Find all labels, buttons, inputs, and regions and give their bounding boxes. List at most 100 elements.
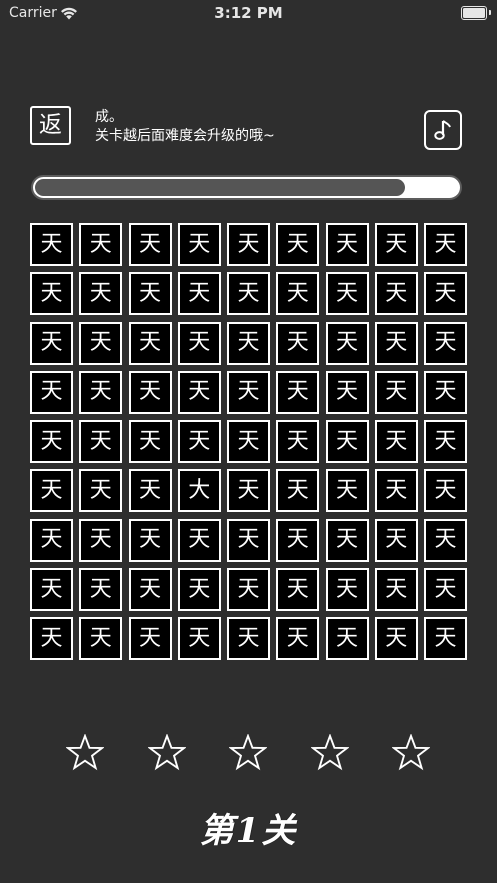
battery-icon [461, 6, 491, 20]
grid-cell[interactable]: 天 [79, 469, 123, 513]
grid-cell[interactable]: 天 [325, 568, 369, 612]
grid-cell[interactable]: 天 [325, 469, 369, 513]
grid-cell[interactable]: 天 [128, 272, 172, 316]
grid-cell[interactable]: 天 [374, 518, 418, 562]
grid-cell[interactable]: 天 [79, 370, 123, 414]
grid-cell[interactable]: 天 [374, 321, 418, 365]
grid-cell[interactable]: 天 [177, 321, 221, 365]
grid-cell[interactable]: 天 [227, 469, 270, 513]
progress-bar [31, 175, 462, 200]
hint-text: 成。 关卡越后面难度会升级的哦~ [95, 108, 275, 146]
progress-fill [35, 179, 405, 196]
grid-cell[interactable]: 天 [79, 420, 123, 464]
grid-cell[interactable]: 天 [276, 518, 320, 562]
grid-cell[interactable]: 天 [177, 370, 221, 414]
grid-cell[interactable]: 天 [374, 568, 418, 612]
level-label: 第1关 [199, 811, 298, 851]
grid-cell[interactable]: 天 [325, 617, 369, 661]
grid-cell[interactable]: 天 [325, 518, 369, 562]
grid-cell[interactable]: 天 [424, 518, 467, 562]
grid-cell[interactable]: 天 [128, 420, 172, 464]
hint-line-2: 关卡越后面难度会升级的哦~ [95, 128, 275, 144]
grid-cell[interactable]: 天 [79, 518, 123, 562]
music-note-icon [434, 120, 451, 140]
grid-cell[interactable]: 天 [30, 370, 73, 414]
grid-cell[interactable]: 天 [276, 420, 320, 464]
grid-cell[interactable]: 天 [30, 321, 73, 365]
star-icon [392, 734, 430, 771]
grid-cell[interactable]: 天 [325, 272, 369, 316]
grid-cell[interactable]: 天 [424, 469, 467, 513]
grid-cell[interactable]: 天 [374, 469, 418, 513]
grid-cell[interactable]: 天 [374, 272, 418, 316]
grid-cell[interactable]: 天 [227, 370, 270, 414]
grid-cell[interactable]: 天 [128, 617, 172, 661]
grid-cell[interactable]: 天 [325, 420, 369, 464]
grid-cell[interactable]: 天 [374, 420, 418, 464]
grid-cell[interactable]: 天 [30, 469, 73, 513]
star-rating [66, 734, 436, 774]
grid-cell[interactable]: 天 [177, 272, 221, 316]
grid-cell[interactable]: 天 [128, 518, 172, 562]
grid-cell[interactable]: 天 [227, 518, 270, 562]
grid-cell[interactable]: 天 [424, 370, 467, 414]
grid-cell[interactable]: 天 [79, 568, 123, 612]
grid-cell[interactable]: 天 [227, 420, 270, 464]
grid-cell[interactable]: 天 [79, 223, 123, 266]
grid-cell[interactable]: 天 [79, 321, 123, 365]
grid-cell[interactable]: 天 [424, 223, 467, 266]
grid-cell[interactable]: 天 [424, 420, 467, 464]
grid-cell[interactable]: 天 [128, 321, 172, 365]
grid-cell[interactable]: 天 [30, 617, 73, 661]
grid-cell[interactable]: 大 [177, 469, 221, 513]
grid-cell[interactable]: 天 [30, 272, 73, 316]
grid-cell[interactable]: 天 [276, 469, 320, 513]
grid-cell[interactable]: 天 [177, 420, 221, 464]
grid-cell[interactable]: 天 [374, 223, 418, 266]
grid-cell[interactable]: 天 [374, 617, 418, 661]
grid-cell[interactable]: 天 [227, 617, 270, 661]
grid-cell[interactable]: 天 [227, 223, 270, 266]
grid-cell[interactable]: 天 [424, 617, 467, 661]
status-bar: Carrier 3:12 PM [0, 0, 497, 30]
grid-cell[interactable]: 天 [128, 223, 172, 266]
grid-cell[interactable]: 天 [30, 568, 73, 612]
grid-cell[interactable]: 天 [424, 272, 467, 316]
grid-cell[interactable]: 天 [325, 223, 369, 266]
grid-cell[interactable]: 天 [276, 272, 320, 316]
grid-cell[interactable]: 天 [325, 370, 369, 414]
star-icon [66, 734, 104, 771]
grid-cell[interactable]: 天 [276, 321, 320, 365]
grid-cell[interactable]: 天 [276, 568, 320, 612]
grid-cell[interactable]: 天 [128, 469, 172, 513]
character-grid: 天天天天天天天天天天天天天天天天天天天天天天天天天天天天天天天天天天天天天天天天… [30, 223, 467, 661]
grid-cell[interactable]: 天 [276, 223, 320, 266]
star-icon [147, 734, 186, 771]
grid-cell[interactable]: 天 [374, 370, 418, 414]
grid-cell[interactable]: 天 [177, 617, 221, 661]
music-button[interactable] [424, 110, 462, 150]
grid-cell[interactable]: 天 [227, 321, 270, 365]
grid-cell[interactable]: 天 [424, 321, 467, 365]
hint-line-1: 成。 [95, 109, 123, 125]
grid-cell[interactable]: 天 [325, 321, 369, 365]
clock: 3:12 PM [214, 4, 283, 22]
grid-cell[interactable]: 天 [227, 568, 270, 612]
grid-cell[interactable]: 天 [30, 420, 73, 464]
grid-cell[interactable]: 天 [276, 370, 320, 414]
star-icon [310, 734, 349, 771]
grid-cell[interactable]: 天 [177, 568, 221, 612]
grid-cell[interactable]: 天 [227, 272, 270, 316]
grid-cell[interactable]: 天 [79, 617, 123, 661]
grid-cell[interactable]: 天 [177, 518, 221, 562]
grid-cell[interactable]: 天 [177, 223, 221, 266]
grid-cell[interactable]: 天 [276, 617, 320, 661]
grid-cell[interactable]: 天 [30, 518, 73, 562]
grid-cell[interactable]: 天 [128, 370, 172, 414]
grid-cell[interactable]: 天 [424, 568, 467, 612]
grid-cell[interactable]: 天 [79, 272, 123, 316]
grid-cell[interactable]: 天 [128, 568, 172, 612]
star-icon [229, 734, 267, 771]
grid-cell[interactable]: 天 [30, 223, 73, 266]
back-button[interactable]: 返 [30, 106, 71, 145]
